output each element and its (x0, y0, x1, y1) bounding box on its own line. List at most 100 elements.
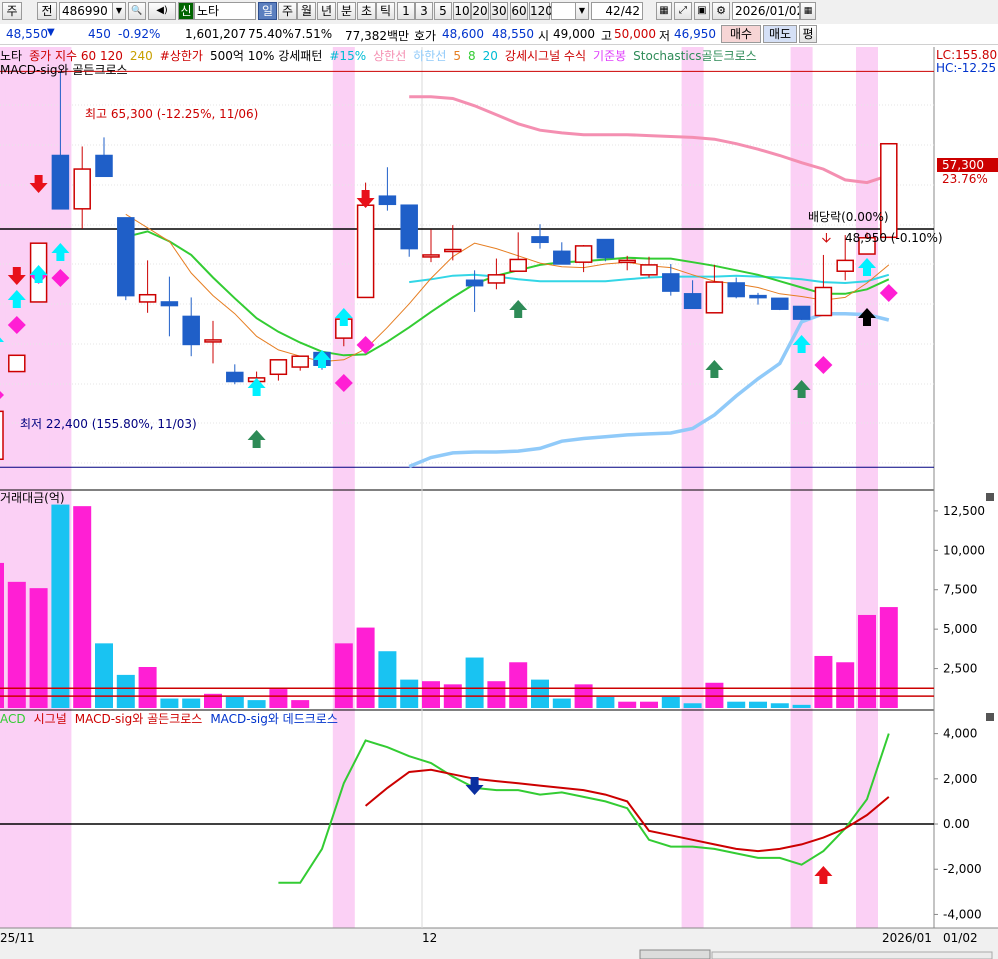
volume-tick-label: 7,500 (943, 583, 977, 597)
volume-bar (640, 701, 658, 708)
volume-bar (596, 696, 615, 708)
volume-bar (661, 696, 680, 708)
volume-bar (0, 562, 4, 708)
price-legend-item: Stochastics골든크로스 (633, 49, 757, 63)
x-label-end: 2026/01 (882, 931, 932, 945)
price-legend-item: 20 (483, 49, 498, 63)
candle-body (487, 274, 506, 284)
candle-body (8, 354, 26, 373)
price-legend-item: 강세시그널 수식 (505, 49, 586, 63)
candle-body (553, 250, 571, 265)
bollinger-lower-line (408, 311, 890, 469)
x-label-mid: 12 (422, 931, 437, 945)
candle-body (378, 195, 397, 206)
volume-bar (182, 698, 201, 708)
candle-body (138, 293, 157, 303)
candle-body (749, 294, 767, 299)
volume-bar (487, 681, 506, 708)
volume-bar (792, 704, 811, 708)
price-legend-item: 8 (468, 49, 476, 63)
volume-bar (138, 667, 157, 708)
volume-bar (400, 679, 419, 708)
last-price-label: 57,300 (942, 158, 984, 172)
candle-body (269, 359, 288, 376)
macd-tick-label: -4,000 (943, 907, 982, 921)
candle-body (771, 297, 789, 310)
scroll-nav-buttons (639, 949, 711, 959)
price-legend-item: 하한선 (413, 49, 446, 63)
golden-cross-arrow (814, 866, 833, 884)
volume-bar (291, 700, 310, 708)
candle-body (400, 204, 418, 250)
volume-bar (247, 700, 266, 708)
x-label-start: 25/11 (0, 931, 35, 945)
candle-body (204, 339, 222, 343)
lc-label: LC:155.80 (936, 48, 997, 62)
macd-tick-label: 0.00 (943, 817, 970, 831)
candle-body (226, 371, 244, 383)
price-legend-item: 500억 10% 강세패턴 (210, 49, 322, 63)
candle-body (683, 293, 702, 310)
candle-body (51, 154, 70, 210)
volume-bar (378, 651, 397, 708)
strong-signal-diamond (879, 284, 898, 302)
candle-body (836, 259, 854, 272)
horizontal-scrollbar (711, 951, 993, 959)
volume-bar (618, 701, 637, 708)
strong-signal-diamond (814, 356, 833, 374)
price-legend-item: 상한선 (373, 49, 406, 63)
candle-body (509, 258, 527, 272)
volume-bar (269, 689, 288, 708)
candle-body (662, 273, 680, 292)
volume-bar (531, 679, 549, 708)
volume-bar (836, 662, 855, 708)
price-legend-item: 종가 지수 60 120 (29, 49, 123, 63)
volume-tick-label: 2,500 (943, 662, 977, 676)
volume-bar (465, 657, 484, 708)
ref-annotation: 48,950 (-0.10%) (845, 231, 943, 245)
volume-bar (7, 581, 26, 708)
panel-close-icon (986, 713, 994, 721)
panel-close-icon (986, 493, 994, 501)
volume-bar (727, 701, 746, 708)
price-legend-item: 240 (130, 49, 153, 63)
x-label-last: 01/02 (943, 931, 978, 945)
candle-body (422, 254, 440, 258)
highlight-column (332, 47, 355, 928)
candle-body (117, 217, 135, 297)
candle-body (444, 248, 462, 253)
candle-body (356, 204, 375, 299)
volume-panel-title: 거래대금(억) (0, 491, 65, 505)
green-up-arrow (705, 360, 724, 378)
bollinger-upper-line (409, 95, 890, 185)
volume-bar (160, 698, 179, 708)
highlight-column (681, 47, 704, 928)
macd-legend-item: MACD-sig와 데드크로스 (210, 712, 338, 726)
last-pct-label: 23.76% (942, 172, 988, 186)
stock-chart[interactable]: 최고 65,300 (-12.25%, 11/06) 최저 22,400 (155… (0, 0, 998, 959)
volume-bar (422, 681, 440, 708)
price-legend-item: #상한가 (160, 49, 203, 63)
macd-legend-item: 시그널 (34, 712, 67, 726)
volume-bar (770, 703, 789, 708)
candle-body (705, 281, 724, 314)
green-up-arrow (509, 300, 528, 318)
ma5-line (125, 213, 890, 363)
candle-body (531, 236, 549, 244)
small-down-arrow (822, 233, 831, 243)
volume-bar (705, 682, 724, 708)
volume-bar (334, 643, 353, 708)
high-annotation: 최고 65,300 (-12.25%, 11/06) (85, 107, 258, 121)
volume-bar (73, 506, 92, 708)
candle-body (291, 355, 309, 368)
candle-body (727, 282, 745, 298)
highlight-column (790, 47, 813, 928)
dividend-annotation: 배당락(0.00%) (808, 210, 889, 224)
volume-bar (879, 607, 898, 708)
volume-bar (225, 696, 244, 708)
macd-tick-label: 4,000 (943, 727, 977, 741)
price-legend-item: 5 (453, 49, 461, 63)
candle-body (814, 286, 833, 317)
macd-legend-item: ACD (0, 712, 26, 726)
price-legend-line2: MACD-sig와 골든크로스 (0, 63, 128, 77)
